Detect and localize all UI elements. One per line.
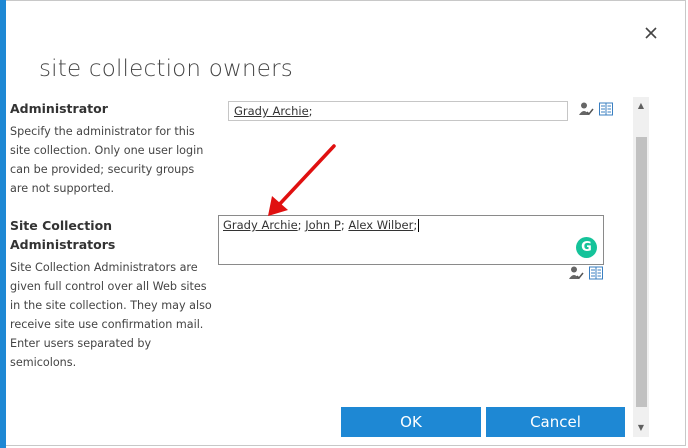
address-book-icon[interactable]	[598, 101, 614, 117]
token-separator: ;	[340, 218, 345, 232]
token-separator: ;	[297, 218, 302, 232]
check-names-icon[interactable]	[568, 265, 584, 281]
site-collection-administrators-people-picker[interactable]: Grady Archie; John P; Alex Wilber;	[218, 215, 604, 265]
dialog-title: site collection owners	[39, 56, 293, 82]
token-separator: ;	[308, 104, 313, 118]
user-token[interactable]: Grady Archie	[234, 104, 309, 118]
administrator-description: Specify the administrator for this site …	[10, 125, 204, 195]
site-collection-administrators-title: Site Collection Administrators	[10, 218, 116, 252]
site-collection-administrators-description: Site Collection Administrators are given…	[10, 261, 212, 369]
user-token[interactable]: John P	[305, 218, 341, 232]
scroll-up-icon[interactable]: ▲	[633, 98, 649, 114]
token-separator: ;	[413, 218, 418, 232]
scrollbar-thumb[interactable]	[636, 137, 647, 407]
user-token[interactable]: Grady Archie	[223, 218, 298, 232]
administrator-people-picker[interactable]: Grady Archie;	[228, 101, 568, 121]
close-icon[interactable]	[643, 25, 659, 41]
user-token[interactable]: Alex Wilber	[348, 218, 413, 232]
grammarly-icon[interactable]: G	[576, 237, 597, 258]
text-caret	[418, 219, 420, 232]
address-book-icon[interactable]	[588, 265, 604, 281]
annotation-arrow	[268, 144, 336, 216]
administrator-title: Administrator	[10, 101, 108, 116]
scroll-down-icon[interactable]: ▼	[633, 420, 649, 436]
check-names-icon[interactable]	[578, 101, 594, 117]
ok-button[interactable]: OK	[341, 407, 481, 437]
cancel-button[interactable]: Cancel	[486, 407, 625, 437]
